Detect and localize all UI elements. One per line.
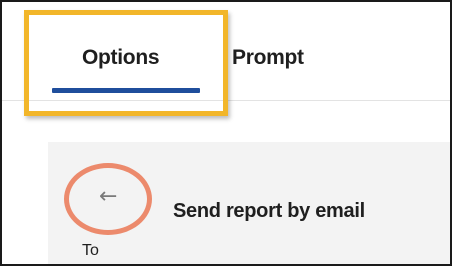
panel-title: Send report by email <box>173 200 365 222</box>
to-label: To <box>82 242 99 259</box>
callout-highlight-box <box>24 10 228 116</box>
tab-prompt[interactable]: Prompt <box>232 46 304 70</box>
callout-highlight-circle <box>64 163 152 235</box>
